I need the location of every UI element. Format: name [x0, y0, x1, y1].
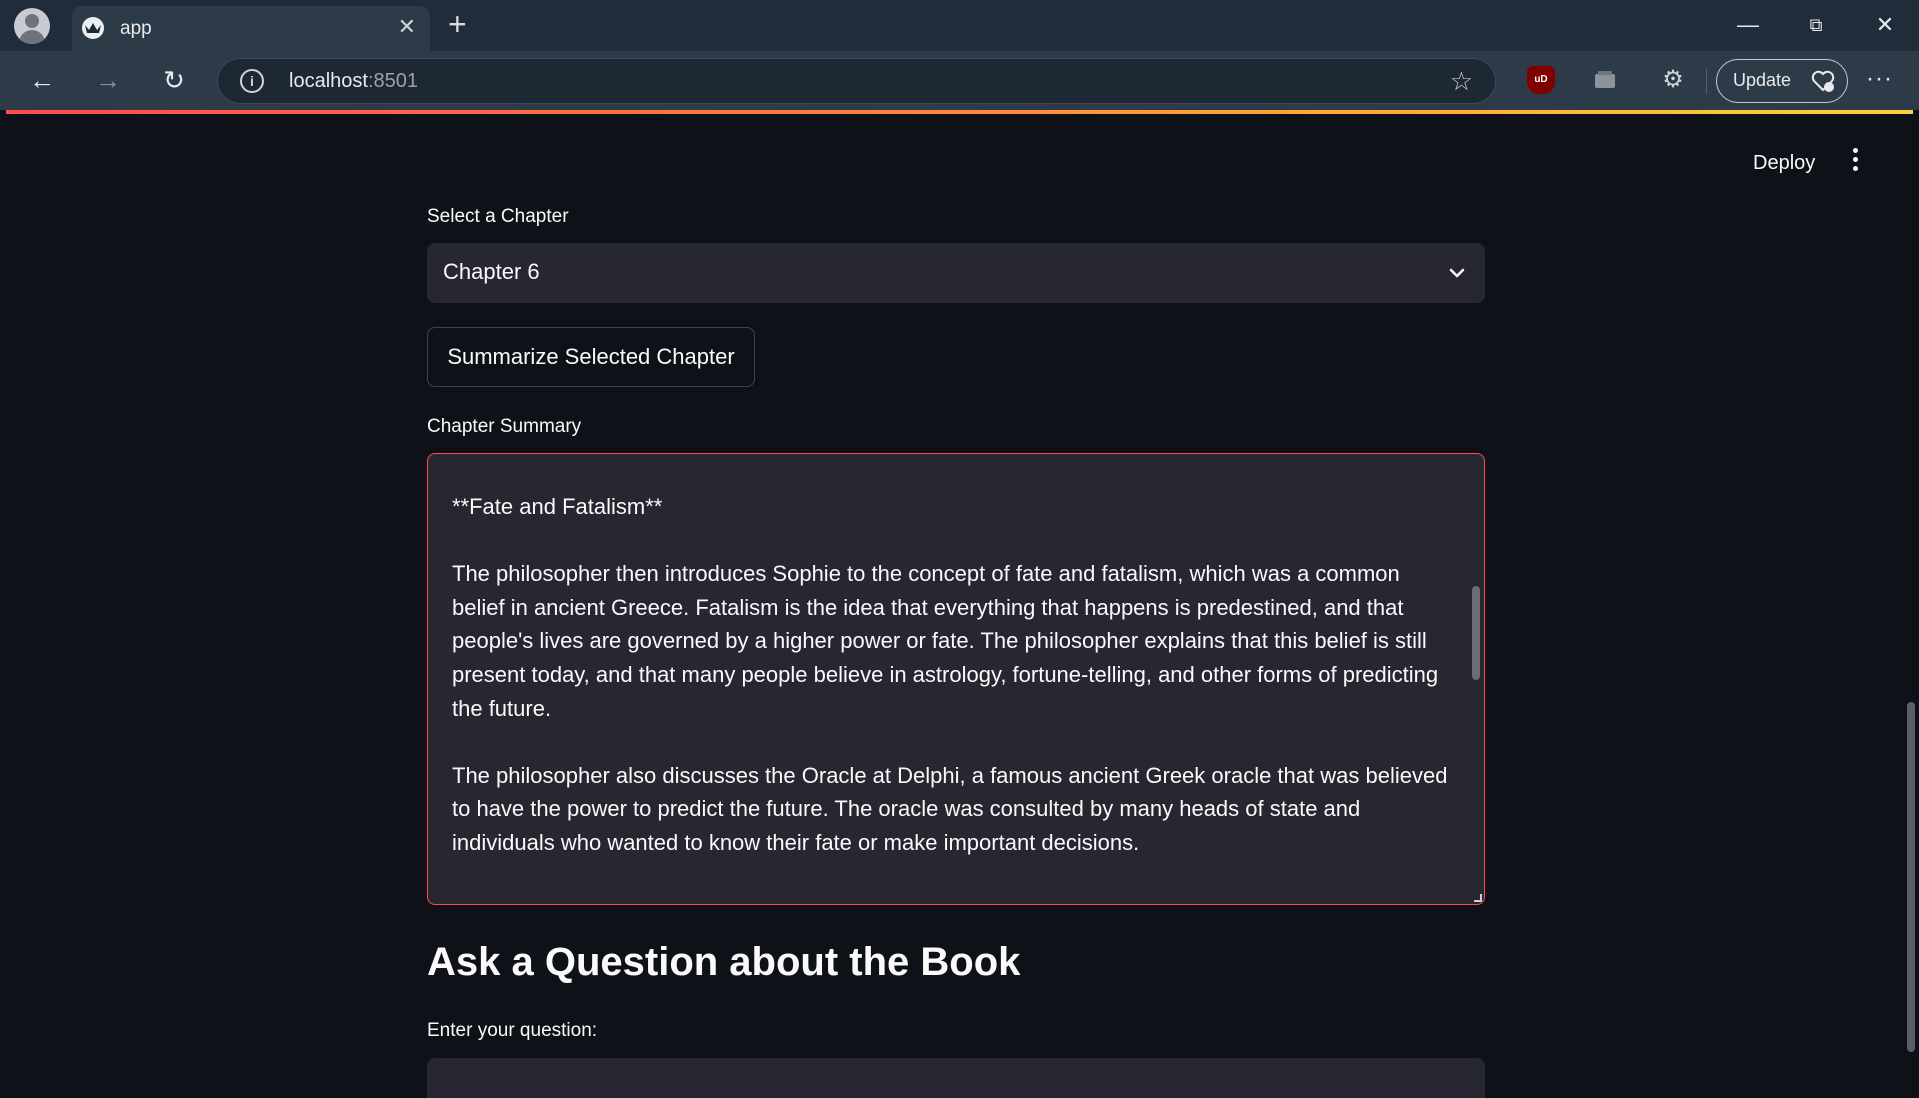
main-menu-icon[interactable]	[1851, 148, 1859, 172]
browser-toolbar: ← → ↻ i localhost:8501 ☆ uD ⚙ Update ···	[0, 51, 1919, 110]
ublock-extension-icon[interactable]: uD	[1527, 66, 1555, 94]
bookmark-star-icon[interactable]: ☆	[1450, 66, 1473, 97]
browser-tab-bar: app ✕ + — ⧉ ✕	[0, 0, 1919, 51]
browser-menu-icon[interactable]: ···	[1866, 65, 1893, 93]
back-icon[interactable]: ←	[24, 63, 60, 99]
address-bar[interactable]: i localhost:8501 ☆	[217, 58, 1496, 104]
update-button[interactable]: Update	[1716, 59, 1848, 103]
url-text: localhost:8501	[289, 70, 418, 92]
question-input-label: Enter your question:	[427, 1020, 598, 1041]
chevron-down-icon	[1449, 268, 1465, 278]
tab-groups-extension-icon[interactable]	[1591, 66, 1619, 94]
reload-icon[interactable]: ↻	[156, 63, 192, 99]
resize-handle-icon[interactable]	[1474, 894, 1482, 902]
restore-icon[interactable]: ⧉	[1796, 8, 1836, 42]
close-tab-icon[interactable]: ✕	[398, 15, 416, 39]
site-info-icon[interactable]: i	[240, 69, 264, 93]
tab-title: app	[120, 18, 152, 39]
question-heading: Ask a Question about the Book	[427, 940, 1021, 984]
window-close-icon[interactable]: ✕	[1865, 8, 1905, 42]
textarea-scrollbar[interactable]	[1472, 586, 1480, 680]
question-input[interactable]	[427, 1058, 1485, 1098]
deploy-button[interactable]: Deploy	[1753, 152, 1815, 175]
summary-label: Chapter Summary	[427, 416, 582, 437]
summary-textarea[interactable]: **Fate and Fatalism** The philosopher th…	[427, 453, 1485, 905]
profile-avatar-icon[interactable]	[14, 8, 50, 44]
summary-text: **Fate and Fatalism** The philosopher th…	[452, 494, 1448, 855]
new-tab-icon[interactable]: +	[448, 8, 467, 40]
browser-tab-active[interactable]: app ✕	[72, 6, 430, 51]
summarize-button[interactable]: Summarize Selected Chapter	[427, 327, 755, 387]
minimize-icon[interactable]: —	[1728, 8, 1768, 42]
health-heart-icon	[1811, 70, 1835, 92]
chapter-select-value: Chapter 6	[443, 259, 540, 284]
toolbar-divider	[1706, 68, 1707, 94]
chapter-select[interactable]: Chapter 6	[427, 243, 1485, 303]
update-label: Update	[1733, 70, 1792, 90]
chapter-select-label: Select a Chapter	[427, 206, 569, 227]
streamlit-app: Deploy Select a Chapter Chapter 6 Summar…	[6, 114, 1915, 1098]
streamlit-crown-icon	[82, 17, 104, 39]
extensions-puzzle-icon[interactable]: ⚙	[1659, 66, 1687, 94]
forward-icon[interactable]: →	[90, 63, 126, 99]
page-scrollbar[interactable]	[1907, 702, 1915, 1052]
